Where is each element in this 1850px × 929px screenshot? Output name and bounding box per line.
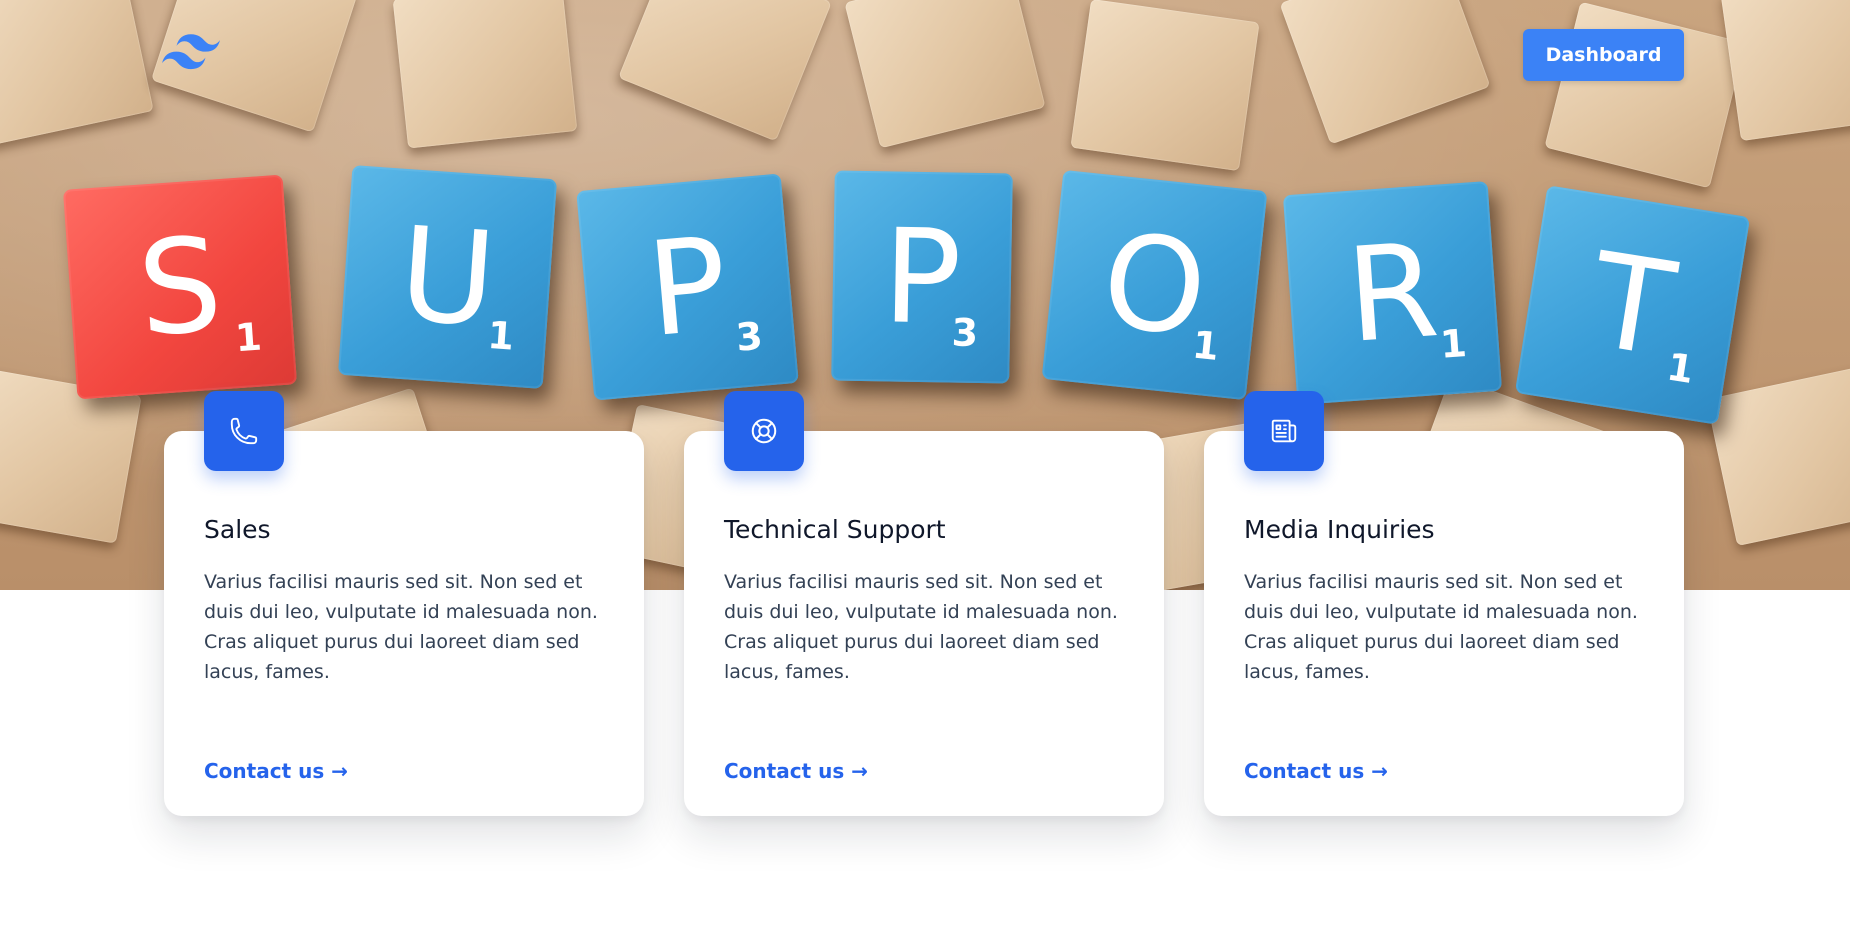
- letter-tile-t: T 1: [1514, 185, 1751, 425]
- tile-score: 3: [951, 310, 979, 355]
- card-icon-badge: [1244, 391, 1324, 471]
- tailwind-logo-svg: [162, 34, 220, 70]
- letter-tile-p-2: P 3: [831, 170, 1013, 384]
- wood-tile: [1279, 0, 1491, 145]
- letter-tile-r: R 1: [1282, 181, 1503, 405]
- wood-tile: [618, 0, 832, 142]
- tile-score: 3: [734, 313, 765, 360]
- tile-letter: P: [641, 207, 734, 367]
- contact-us-link[interactable]: Contact us →: [1244, 759, 1388, 783]
- phone-icon: [230, 417, 258, 445]
- tile-letter: T: [1581, 223, 1684, 387]
- card-body: Varius facilisi mauris sed sit. Non sed …: [1244, 571, 1638, 683]
- tile-letter: P: [881, 200, 963, 354]
- tile-letter: R: [1342, 214, 1443, 372]
- tile-score: 1: [1438, 321, 1469, 367]
- letter-tile-p: P 3: [576, 173, 799, 401]
- card-media-inquiries: Media Inquiries Varius facilisi mauris s…: [1204, 391, 1684, 816]
- card-body: Varius facilisi mauris sed sit. Non sed …: [204, 571, 598, 683]
- wood-tile: [392, 0, 578, 149]
- card-technical-support: Technical Support Varius facilisi mauris…: [684, 391, 1164, 816]
- wood-tile: [1706, 363, 1850, 547]
- card-title: Technical Support: [724, 515, 946, 544]
- tile-score: 1: [486, 312, 516, 359]
- wood-tile: [0, 0, 154, 147]
- letter-tile-u: U 1: [337, 165, 558, 389]
- card-title: Sales: [204, 515, 271, 544]
- card-body: Varius facilisi mauris sed sit. Non sed …: [724, 571, 1118, 683]
- wood-tile: [1070, 0, 1260, 172]
- contact-us-link[interactable]: Contact us →: [724, 759, 868, 783]
- tile-letter: U: [394, 197, 501, 357]
- tile-letter: S: [133, 208, 227, 366]
- tailwind-logo-icon[interactable]: [162, 34, 220, 74]
- card-icon-badge: [724, 391, 804, 471]
- contact-us-link[interactable]: Contact us →: [204, 759, 348, 783]
- tile-score: 1: [1190, 322, 1222, 369]
- dashboard-button[interactable]: Dashboard: [1523, 29, 1684, 81]
- lifebuoy-icon: [751, 418, 777, 444]
- letter-tile-o: O 1: [1041, 169, 1268, 401]
- tile-score: 1: [1663, 344, 1697, 393]
- wood-tile: [844, 0, 1046, 149]
- newspaper-icon: [1271, 419, 1297, 443]
- wood-tile: [1720, 0, 1850, 142]
- tile-score: 1: [233, 314, 264, 361]
- card-sales: Sales Varius facilisi mauris sed sit. No…: [164, 391, 644, 816]
- card-icon-badge: [204, 391, 284, 471]
- letter-tile-s: S 1: [62, 174, 298, 400]
- card-title: Media Inquiries: [1244, 515, 1435, 544]
